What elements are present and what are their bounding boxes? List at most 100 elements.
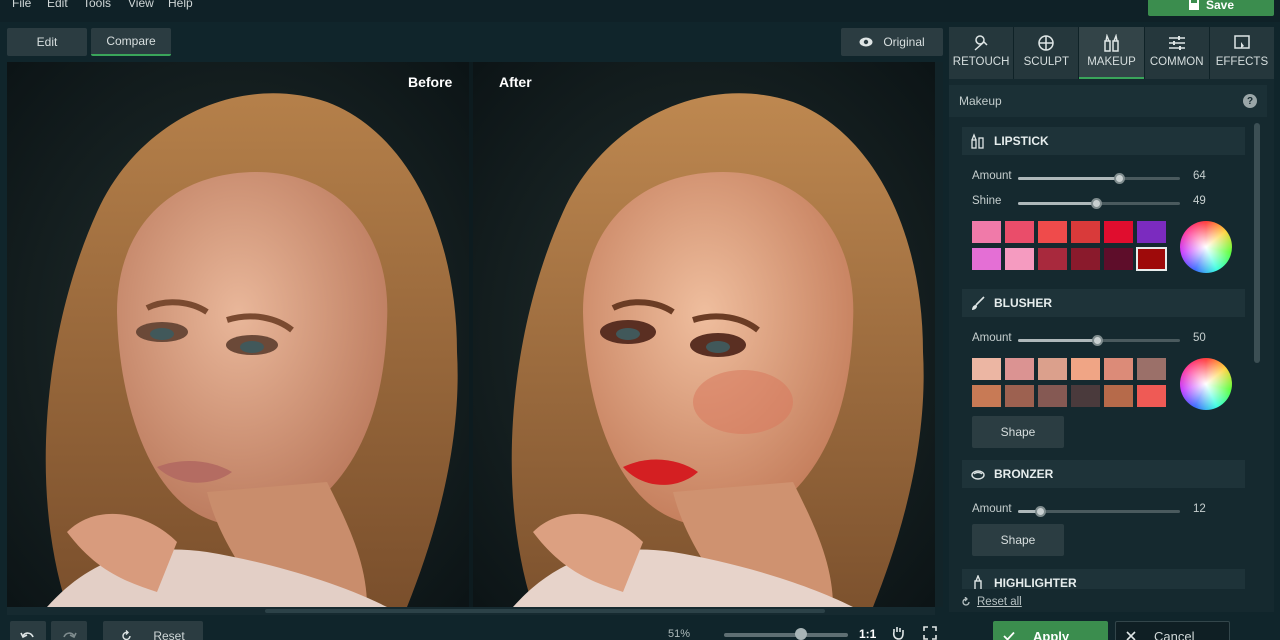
lipstick-swatch[interactable] (1137, 221, 1166, 243)
cancel-button[interactable]: Cancel (1115, 621, 1230, 640)
panel-title: Makeup (959, 94, 1002, 108)
blusher-swatch[interactable] (972, 358, 1001, 380)
highlighter-title: HIGHLIGHTER (994, 576, 1077, 589)
menu-view[interactable]: View (128, 0, 154, 10)
slider-track[interactable] (1018, 173, 1180, 184)
actual-size-button[interactable]: 1:1 (859, 627, 876, 640)
menu-edit[interactable]: Edit (47, 0, 68, 10)
lipstick-swatch[interactable] (1104, 248, 1133, 270)
reset-all-link[interactable]: Reset all (961, 596, 1022, 608)
blusher-amount-slider[interactable]: Amount 50 (972, 332, 1232, 348)
blusher-swatch[interactable] (1104, 358, 1133, 380)
bronzer-amount-slider[interactable]: Amount 12 (972, 503, 1232, 519)
lipstick-amount-slider[interactable]: Amount 64 (972, 170, 1232, 186)
tab-edit[interactable]: Edit (7, 28, 87, 56)
lipstick-swatch[interactable] (1136, 247, 1167, 271)
bottom-toolbar: Reset 51% 1:1 Apply Cancel (0, 616, 1280, 640)
tab-retouch[interactable]: RETOUCH (949, 27, 1014, 79)
tab-retouch-label: RETOUCH (952, 56, 1010, 68)
menu-bar: File Edit Tools View Help Save (0, 0, 1280, 22)
menu-tools[interactable]: Tools (83, 0, 111, 10)
scroll-thumb[interactable] (265, 609, 825, 613)
blusher-amount-label: Amount (972, 332, 1012, 344)
fullscreen-icon[interactable] (923, 626, 937, 640)
lipstick-shine-value: 49 (1193, 195, 1206, 207)
tab-sculpt-label: SCULPT (1023, 56, 1069, 68)
lipstick-swatch[interactable] (972, 248, 1001, 270)
tab-makeup[interactable]: MAKEUP (1079, 27, 1144, 79)
zoom-slider-knob[interactable] (795, 628, 807, 640)
help-icon[interactable]: ? (1243, 94, 1257, 108)
original-button[interactable]: Original (841, 28, 943, 56)
blusher-swatch[interactable] (1005, 358, 1034, 380)
tab-effects[interactable]: EFFECTS (1209, 27, 1275, 79)
reset-label: Reset (153, 629, 185, 640)
canvas-horizontal-scrollbar[interactable] (7, 607, 935, 615)
highlighter-section-header[interactable]: HIGHLIGHTER (962, 569, 1245, 589)
slider-knob[interactable] (1091, 198, 1102, 209)
menu-help[interactable]: Help (168, 0, 193, 10)
reset-icon (122, 630, 132, 640)
tools-panel: RETOUCH SCULPT MAKEUP COMMON EFFECTS Mak… (949, 27, 1275, 612)
lipstick-amount-value: 64 (1193, 170, 1206, 182)
reset-button[interactable]: Reset (103, 621, 203, 640)
before-label: Before (408, 74, 453, 90)
undo-icon (20, 632, 34, 639)
menu-file[interactable]: File (12, 0, 31, 10)
tab-sculpt[interactable]: SCULPT (1014, 27, 1079, 79)
blusher-shape-button[interactable]: Shape (972, 416, 1064, 448)
blusher-swatch[interactable] (1137, 385, 1166, 407)
lipstick-shine-label: Shine (972, 195, 1002, 207)
redo-button[interactable] (51, 621, 87, 640)
zoom-slider[interactable] (724, 633, 848, 637)
after-label: After (499, 74, 532, 90)
lipstick-title: LIPSTICK (994, 134, 1049, 148)
blusher-swatch[interactable] (1038, 385, 1067, 407)
blusher-swatch[interactable] (1071, 358, 1100, 380)
blusher-swatch[interactable] (972, 385, 1001, 407)
blusher-swatch[interactable] (1137, 358, 1166, 380)
canvas-vertical-scrollbar[interactable] (935, 62, 943, 607)
checkmark-icon (1003, 631, 1015, 640)
lipstick-swatch[interactable] (1005, 248, 1034, 270)
lipstick-shine-slider[interactable]: Shine 49 (972, 195, 1232, 211)
blusher-section-header[interactable]: BLUSHER (962, 289, 1245, 317)
slider-knob[interactable] (1092, 335, 1103, 346)
reset-icon (962, 597, 970, 606)
bronzer-amount-value: 12 (1193, 503, 1206, 515)
lipstick-amount-label: Amount (972, 170, 1012, 182)
undo-button[interactable] (10, 621, 46, 640)
close-icon (1126, 631, 1136, 640)
slider-track[interactable] (1018, 198, 1180, 209)
bronzer-section-header[interactable]: BRONZER (962, 460, 1245, 488)
lipstick-swatch[interactable] (1038, 248, 1067, 270)
lipstick-section-header[interactable]: LIPSTICK (962, 127, 1245, 155)
photo-canvas[interactable]: Before After (7, 62, 935, 607)
bronzer-shape-button[interactable]: Shape (972, 524, 1064, 556)
zoom-level: 51% (668, 628, 691, 640)
tab-compare[interactable]: Compare (91, 28, 171, 56)
apply-button[interactable]: Apply (993, 621, 1108, 640)
slider-track[interactable] (1018, 506, 1180, 517)
slider-knob[interactable] (1114, 173, 1125, 184)
blusher-swatch[interactable] (1005, 385, 1034, 407)
before-photo: Before (7, 62, 469, 607)
blusher-color-wheel[interactable] (1180, 358, 1232, 410)
save-label: Save (1205, 0, 1235, 12)
slider-knob[interactable] (1035, 506, 1046, 517)
blusher-swatch[interactable] (1071, 385, 1100, 407)
tab-common[interactable]: COMMON (1144, 27, 1209, 79)
lipstick-swatch[interactable] (1005, 221, 1034, 243)
lipstick-swatch[interactable] (1104, 221, 1133, 243)
lipstick-swatch[interactable] (972, 221, 1001, 243)
lipstick-swatch[interactable] (1071, 221, 1100, 243)
blusher-swatch[interactable] (1104, 385, 1133, 407)
save-button[interactable]: Save (1148, 0, 1274, 16)
blusher-swatch[interactable] (1038, 358, 1067, 380)
lipstick-swatch[interactable] (1071, 248, 1100, 270)
panel-scrollbar[interactable] (1254, 123, 1260, 363)
lipstick-color-wheel[interactable] (1180, 221, 1232, 273)
hand-icon[interactable] (892, 626, 904, 640)
lipstick-swatch[interactable] (1038, 221, 1067, 243)
slider-track[interactable] (1018, 335, 1180, 346)
